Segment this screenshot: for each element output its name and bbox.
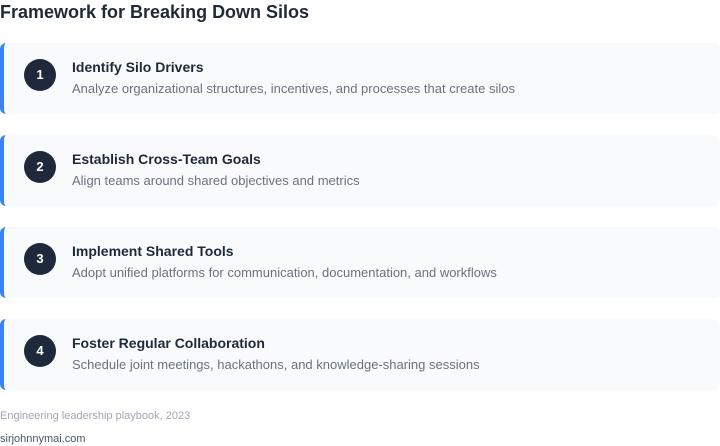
diagram-title: Framework for Breaking Down Silos — [0, 2, 310, 22]
steps-list: 1 Identify Silo Drivers Analyze organiza… — [0, 43, 720, 411]
step-number-badge: 1 — [24, 59, 56, 91]
step-description: Schedule joint meetings, hackathons, and… — [72, 357, 480, 372]
step-card-1: 1 Identify Silo Drivers Analyze organiza… — [0, 43, 720, 114]
step-description: Analyze organizational structures, incen… — [72, 81, 515, 96]
step-title: Identify Silo Drivers — [72, 59, 204, 75]
step-number-badge: 2 — [24, 151, 56, 183]
step-number-badge: 4 — [24, 335, 56, 367]
step-description: Align teams around shared objectives and… — [72, 173, 360, 188]
step-number-badge: 3 — [24, 243, 56, 275]
step-title: Establish Cross-Team Goals — [72, 151, 261, 167]
step-title: Implement Shared Tools — [72, 243, 234, 259]
credit-link[interactable]: sirjohnnymai.com — [0, 432, 86, 446]
step-description: Adopt unified platforms for communicatio… — [72, 265, 497, 280]
step-card-2: 2 Establish Cross-Team Goals Align teams… — [0, 135, 720, 206]
step-card-3: 3 Implement Shared Tools Adopt unified p… — [0, 227, 720, 298]
step-card-4: 4 Foster Regular Collaboration Schedule … — [0, 319, 720, 390]
source-note: Engineering leadership playbook, 2023 — [0, 410, 191, 422]
step-title: Foster Regular Collaboration — [72, 335, 265, 351]
